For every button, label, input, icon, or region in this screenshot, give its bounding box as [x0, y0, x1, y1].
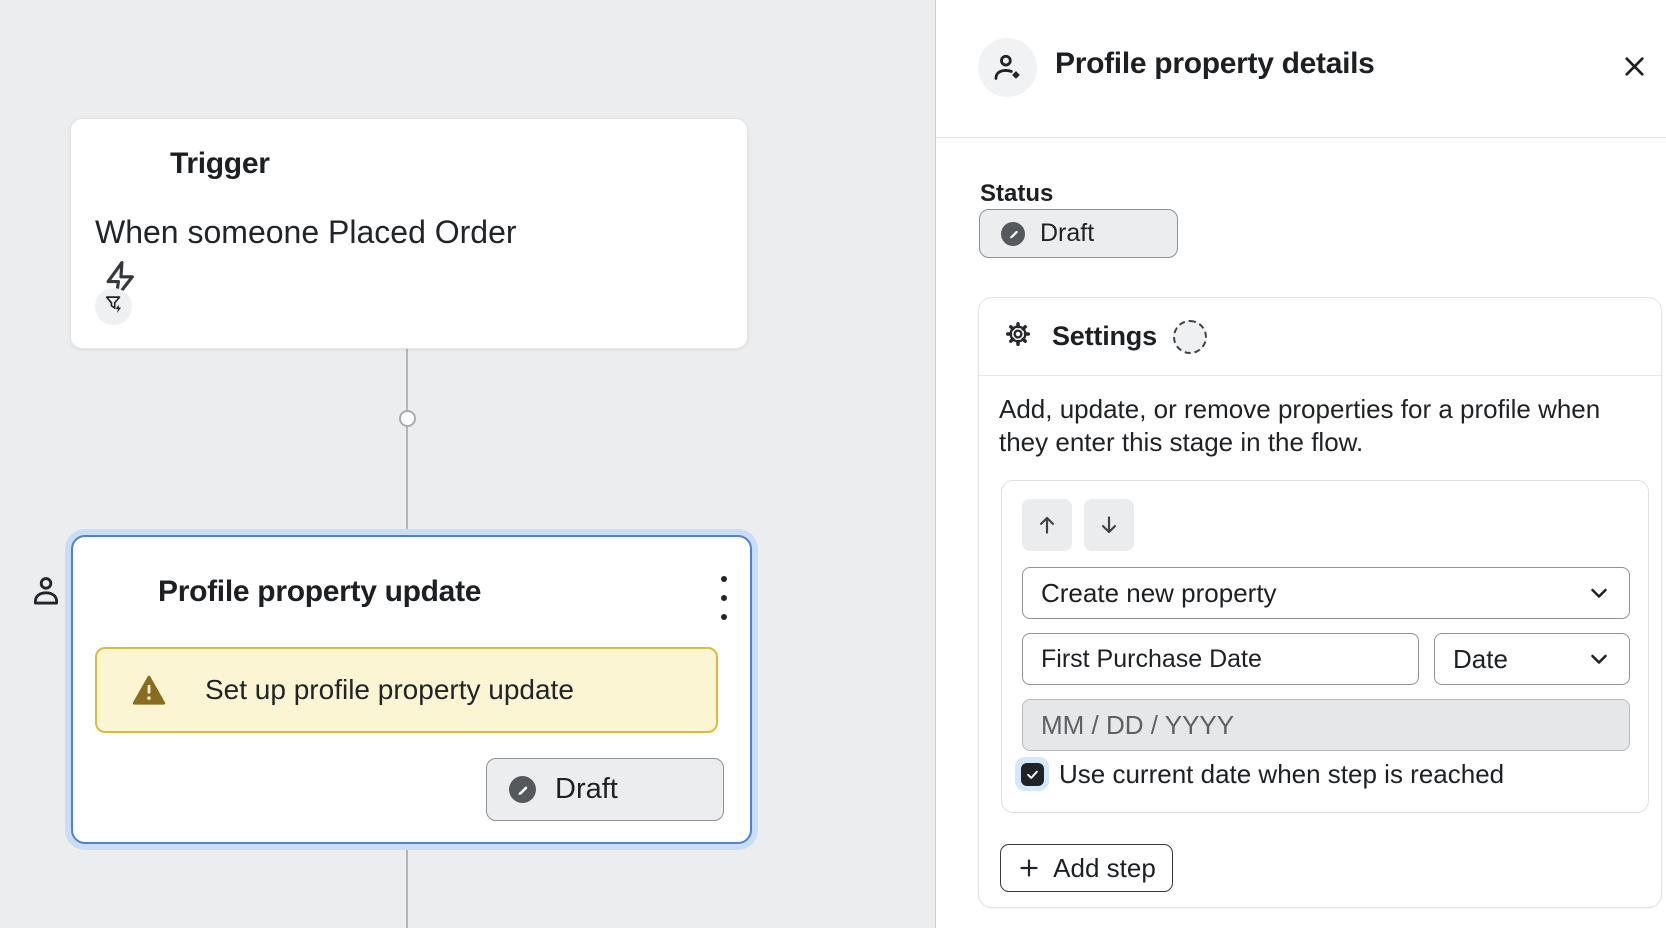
settings-card: Settings Add, update, or remove properti… [978, 297, 1662, 908]
property-step-group: Create new property Date [1001, 480, 1649, 813]
use-current-date-label: Use current date when step is reached [1059, 759, 1504, 790]
draft-pencil-icon [1001, 222, 1025, 246]
profile-property-icon [978, 38, 1037, 97]
settings-header: Settings [979, 298, 1661, 376]
status-label: Status [980, 180, 1053, 208]
checkmark-icon [1025, 767, 1040, 782]
property-name-field-wrap [1022, 633, 1419, 685]
status-chip: Draft [979, 209, 1178, 258]
gear-icon [1004, 320, 1032, 353]
status-chip-label: Draft [1040, 219, 1094, 248]
connector-node [399, 410, 416, 427]
date-value-input [1041, 700, 1611, 750]
draft-pencil-icon [509, 776, 536, 803]
status-badge-label: Draft [555, 773, 618, 806]
use-current-date-row: Use current date when step is reached [1015, 757, 1504, 791]
property-name-input[interactable] [1041, 634, 1400, 684]
flow-canvas[interactable]: Trigger When someone Placed Order Profil… [0, 0, 936, 928]
details-panel: Profile property details Status Draft [936, 0, 1666, 928]
property-type-select-value: Date [1453, 644, 1508, 675]
warning-text: Set up profile property update [205, 674, 574, 706]
chevron-down-icon [1587, 581, 1611, 605]
add-step-button[interactable]: Add step [1000, 844, 1173, 892]
property-action-select-value: Create new property [1041, 578, 1277, 609]
property-action-select[interactable]: Create new property [1022, 567, 1630, 619]
move-down-button[interactable] [1084, 499, 1134, 551]
use-current-date-checkbox[interactable] [1015, 757, 1049, 791]
kebab-menu-icon[interactable] [711, 576, 737, 620]
property-type-select[interactable]: Date [1434, 633, 1630, 685]
filter-lightning-icon [103, 293, 125, 320]
dotted-progress-icon [1173, 320, 1207, 354]
action-card-title: Profile property update [158, 574, 481, 610]
arrow-up-icon [1034, 512, 1060, 538]
trigger-card-title: Trigger [170, 146, 270, 182]
chevron-down-icon [1587, 647, 1611, 671]
settings-description: Add, update, or remove properties for a … [999, 393, 1639, 459]
header-divider [936, 137, 1666, 138]
warning-triangle-icon [132, 675, 166, 706]
flow-editor: Trigger When someone Placed Order Profil… [0, 0, 1666, 928]
status-badge: Draft [486, 758, 724, 821]
date-value-field-wrap [1022, 699, 1630, 751]
settings-title: Settings [1052, 321, 1157, 352]
arrow-down-icon [1096, 512, 1122, 538]
add-step-label: Add step [1053, 853, 1156, 884]
close-icon[interactable] [1616, 48, 1652, 84]
person-icon [29, 572, 63, 610]
trigger-filter-chip[interactable] [95, 288, 132, 325]
move-up-button[interactable] [1022, 499, 1072, 551]
trigger-card-description: When someone Placed Order [95, 212, 517, 252]
setup-warning-banner[interactable]: Set up profile property update [95, 647, 718, 733]
panel-title: Profile property details [1055, 46, 1375, 82]
plus-icon [1017, 856, 1041, 880]
